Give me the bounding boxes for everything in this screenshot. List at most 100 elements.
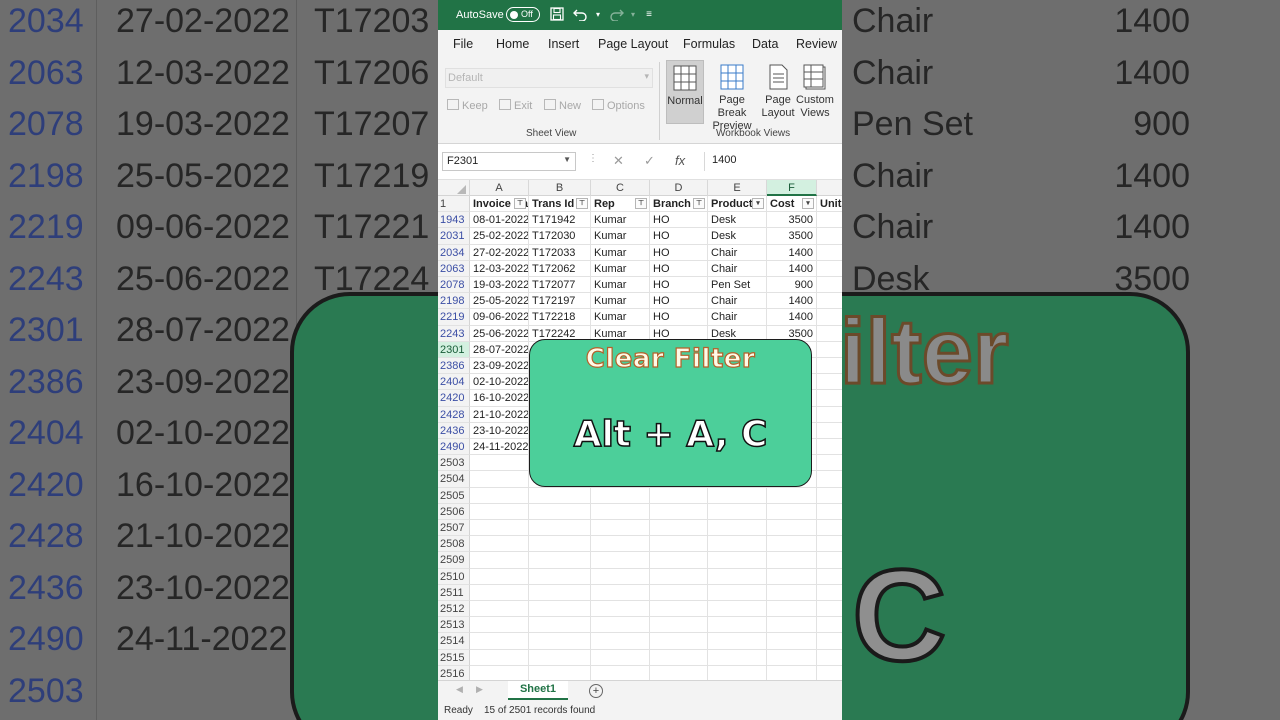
row-number[interactable]: 2508: [438, 536, 470, 553]
cell-empty[interactable]: [817, 617, 842, 634]
cell-product[interactable]: Desk: [708, 228, 767, 245]
cell-empty[interactable]: [708, 601, 767, 618]
row-number[interactable]: 2219: [438, 309, 470, 326]
header-cell[interactable]: Cost ▾: [767, 196, 817, 213]
cell-empty[interactable]: [470, 649, 529, 666]
cell-empty[interactable]: [591, 503, 650, 520]
cell-trans[interactable]: T172197: [529, 293, 591, 310]
cell-units[interactable]: [817, 390, 842, 407]
cell-empty[interactable]: [767, 633, 817, 650]
cell-empty[interactable]: [708, 649, 767, 666]
cell-empty[interactable]: [470, 552, 529, 569]
row-number[interactable]: 1: [438, 196, 470, 213]
cell-trans[interactable]: T172030: [529, 228, 591, 245]
tab-insert[interactable]: Insert: [548, 37, 579, 51]
cell-empty[interactable]: [767, 536, 817, 553]
cell-branch[interactable]: HO: [650, 260, 708, 277]
row-number[interactable]: 2503: [438, 455, 470, 472]
cell-empty[interactable]: [470, 487, 529, 504]
keep-button[interactable]: Keep: [447, 99, 488, 112]
cell-empty[interactable]: [708, 633, 767, 650]
cell-empty[interactable]: [817, 633, 842, 650]
header-cell[interactable]: Units: [817, 196, 842, 213]
header-cell[interactable]: Branch ⊤: [650, 196, 708, 213]
cell-units[interactable]: [817, 326, 842, 342]
cell-rep[interactable]: Kumar: [591, 244, 650, 261]
new-view-button[interactable]: New: [544, 99, 581, 112]
cell-rep[interactable]: Kumar: [591, 228, 650, 245]
cell-empty[interactable]: [708, 552, 767, 569]
cell-rep[interactable]: Kumar: [591, 293, 650, 310]
cell-trans[interactable]: T172062: [529, 260, 591, 277]
autosave-toggle[interactable]: Off: [506, 7, 540, 22]
cell-cost[interactable]: 1400: [767, 293, 817, 310]
page-break-preview-button[interactable]: Page Break Preview: [706, 60, 758, 132]
cell-date[interactable]: 25-02-2022: [470, 228, 529, 245]
cell-date[interactable]: 23-09-2022: [470, 358, 529, 375]
cell-units[interactable]: [817, 293, 842, 310]
cell-trans[interactable]: T171942: [529, 212, 591, 229]
cell-empty[interactable]: [470, 471, 529, 488]
cell-empty[interactable]: [470, 536, 529, 553]
row-number[interactable]: 2513: [438, 617, 470, 634]
cell-empty[interactable]: [529, 649, 591, 666]
formula-input[interactable]: 1400: [704, 152, 842, 171]
cell-empty[interactable]: [470, 633, 529, 650]
redo-dropdown-icon[interactable]: ▾: [625, 7, 641, 23]
cell-cost[interactable]: 1400: [767, 309, 817, 326]
cell-empty[interactable]: [470, 601, 529, 618]
cell-empty[interactable]: [591, 584, 650, 601]
cell-empty[interactable]: [529, 552, 591, 569]
tab-review[interactable]: Review: [796, 37, 837, 51]
cell-empty[interactable]: [470, 617, 529, 634]
filter-dropdown-icon[interactable]: ▾: [802, 198, 814, 209]
row-number[interactable]: 2510: [438, 568, 470, 585]
cell-units[interactable]: [817, 212, 842, 229]
cell-empty[interactable]: [817, 536, 842, 553]
row-number[interactable]: 2515: [438, 649, 470, 666]
row-number[interactable]: 2505: [438, 487, 470, 504]
cell-empty[interactable]: [767, 568, 817, 585]
cell-date[interactable]: 27-02-2022: [470, 244, 529, 261]
cell-units[interactable]: [817, 261, 842, 277]
cell-units[interactable]: [817, 342, 842, 358]
cell-rep[interactable]: Kumar: [591, 277, 650, 294]
exit-button[interactable]: Exit: [499, 99, 532, 112]
cell-units[interactable]: [817, 277, 842, 294]
row-number[interactable]: 2514: [438, 633, 470, 650]
header-cell[interactable]: Invoice Da ⊤: [470, 196, 529, 213]
row-number[interactable]: 2063: [438, 260, 470, 277]
cell-date[interactable]: 19-03-2022: [470, 277, 529, 294]
cell-product[interactable]: Pen Set: [708, 277, 767, 294]
cell-cost[interactable]: 900: [767, 277, 817, 294]
filter-active-icon[interactable]: ⊤: [635, 198, 647, 209]
cell-product[interactable]: Chair: [708, 293, 767, 310]
cell-empty[interactable]: [708, 617, 767, 634]
cell-branch[interactable]: HO: [650, 228, 708, 245]
row-number[interactable]: 2404: [438, 374, 470, 391]
cell-empty[interactable]: [591, 536, 650, 553]
name-box[interactable]: F2301 ▼: [442, 152, 576, 171]
cell-trans[interactable]: T172218: [529, 309, 591, 326]
cell-date[interactable]: 02-10-2022: [470, 374, 529, 391]
cell-empty[interactable]: [650, 568, 708, 585]
cell-empty[interactable]: [817, 585, 842, 601]
column-header-e[interactable]: E: [708, 180, 767, 196]
cell-empty[interactable]: [650, 552, 708, 569]
cell-empty[interactable]: [591, 520, 650, 537]
row-number[interactable]: 2301: [438, 341, 470, 358]
cancel-icon[interactable]: ✕: [613, 153, 624, 169]
column-header-b[interactable]: B: [529, 180, 591, 196]
cell-date[interactable]: 25-05-2022: [470, 293, 529, 310]
cell-empty[interactable]: [529, 536, 591, 553]
cell-empty[interactable]: [708, 520, 767, 537]
column-header-c[interactable]: C: [591, 180, 650, 196]
cell-rep[interactable]: Kumar: [591, 260, 650, 277]
cell-empty[interactable]: [650, 584, 708, 601]
cell-empty[interactable]: [529, 520, 591, 537]
cell-empty[interactable]: [767, 552, 817, 569]
cell-units[interactable]: [817, 407, 842, 423]
cell-product[interactable]: Desk: [708, 212, 767, 229]
cell-date[interactable]: 28-07-2022: [470, 341, 529, 358]
undo-dropdown-icon[interactable]: ▾: [590, 7, 606, 23]
